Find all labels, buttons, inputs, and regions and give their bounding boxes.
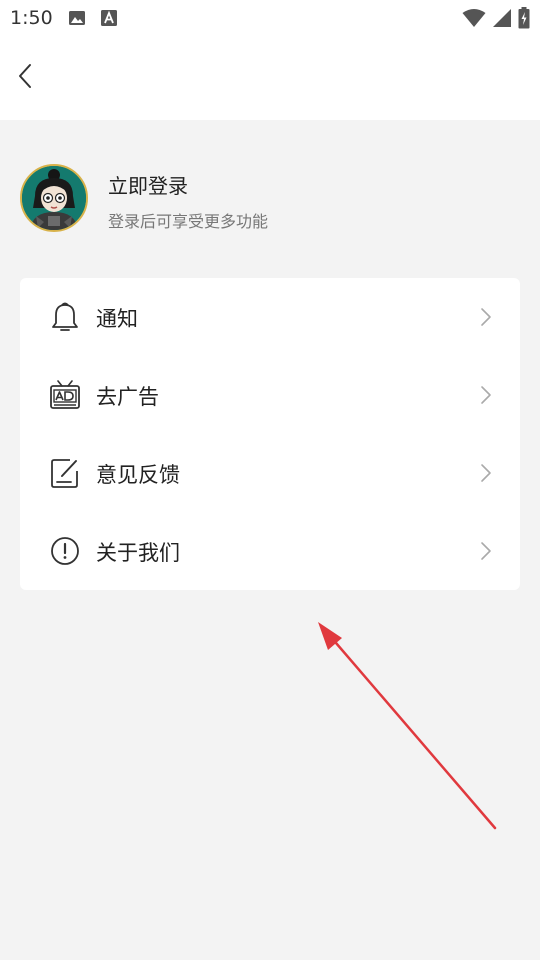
login-subtitle: 登录后可享受更多功能 — [108, 212, 269, 231]
image-icon — [68, 9, 86, 31]
login-title[interactable]: 立即登录 — [108, 170, 188, 199]
cell-signal-icon — [492, 8, 512, 32]
chevron-right-icon — [480, 541, 492, 561]
menu-item-feedback[interactable]: 意见反馈 — [20, 434, 520, 512]
chevron-right-icon — [480, 307, 492, 327]
menu-item-label: 去广告 — [96, 385, 159, 409]
status-icons-left — [68, 9, 118, 31]
login-profile[interactable]: 立即登录 登录后可享受更多功能 — [20, 164, 520, 236]
annotation-arrow — [300, 610, 510, 840]
status-icons-right — [462, 7, 530, 33]
menu-item-label: 关于我们 — [96, 541, 180, 565]
menu-item-label: 意见反馈 — [96, 463, 180, 487]
menu-item-remove-ads[interactable]: 去广告 — [20, 356, 520, 434]
chevron-right-icon — [480, 463, 492, 483]
wifi-icon — [462, 8, 486, 32]
menu-item-about-us[interactable]: 关于我们 — [20, 512, 520, 590]
battery-icon — [518, 7, 530, 33]
nav-bar — [0, 36, 540, 120]
feedback-edit-icon — [49, 457, 81, 489]
info-exclamation-icon — [49, 535, 81, 567]
chevron-left-icon — [17, 63, 33, 93]
bell-icon — [49, 301, 81, 333]
menu-item-label: 通知 — [96, 307, 138, 331]
ad-tv-icon — [49, 379, 81, 411]
back-button[interactable] — [8, 58, 42, 98]
avatar[interactable] — [20, 164, 88, 232]
status-time: 1:50 — [10, 7, 53, 29]
status-bar: 1:50 — [0, 0, 540, 36]
font-icon — [100, 9, 118, 31]
menu-item-notifications[interactable]: 通知 — [20, 278, 520, 356]
chevron-right-icon — [480, 385, 492, 405]
settings-menu-card: 通知 去广告 意见反馈 关于我们 — [20, 278, 520, 590]
